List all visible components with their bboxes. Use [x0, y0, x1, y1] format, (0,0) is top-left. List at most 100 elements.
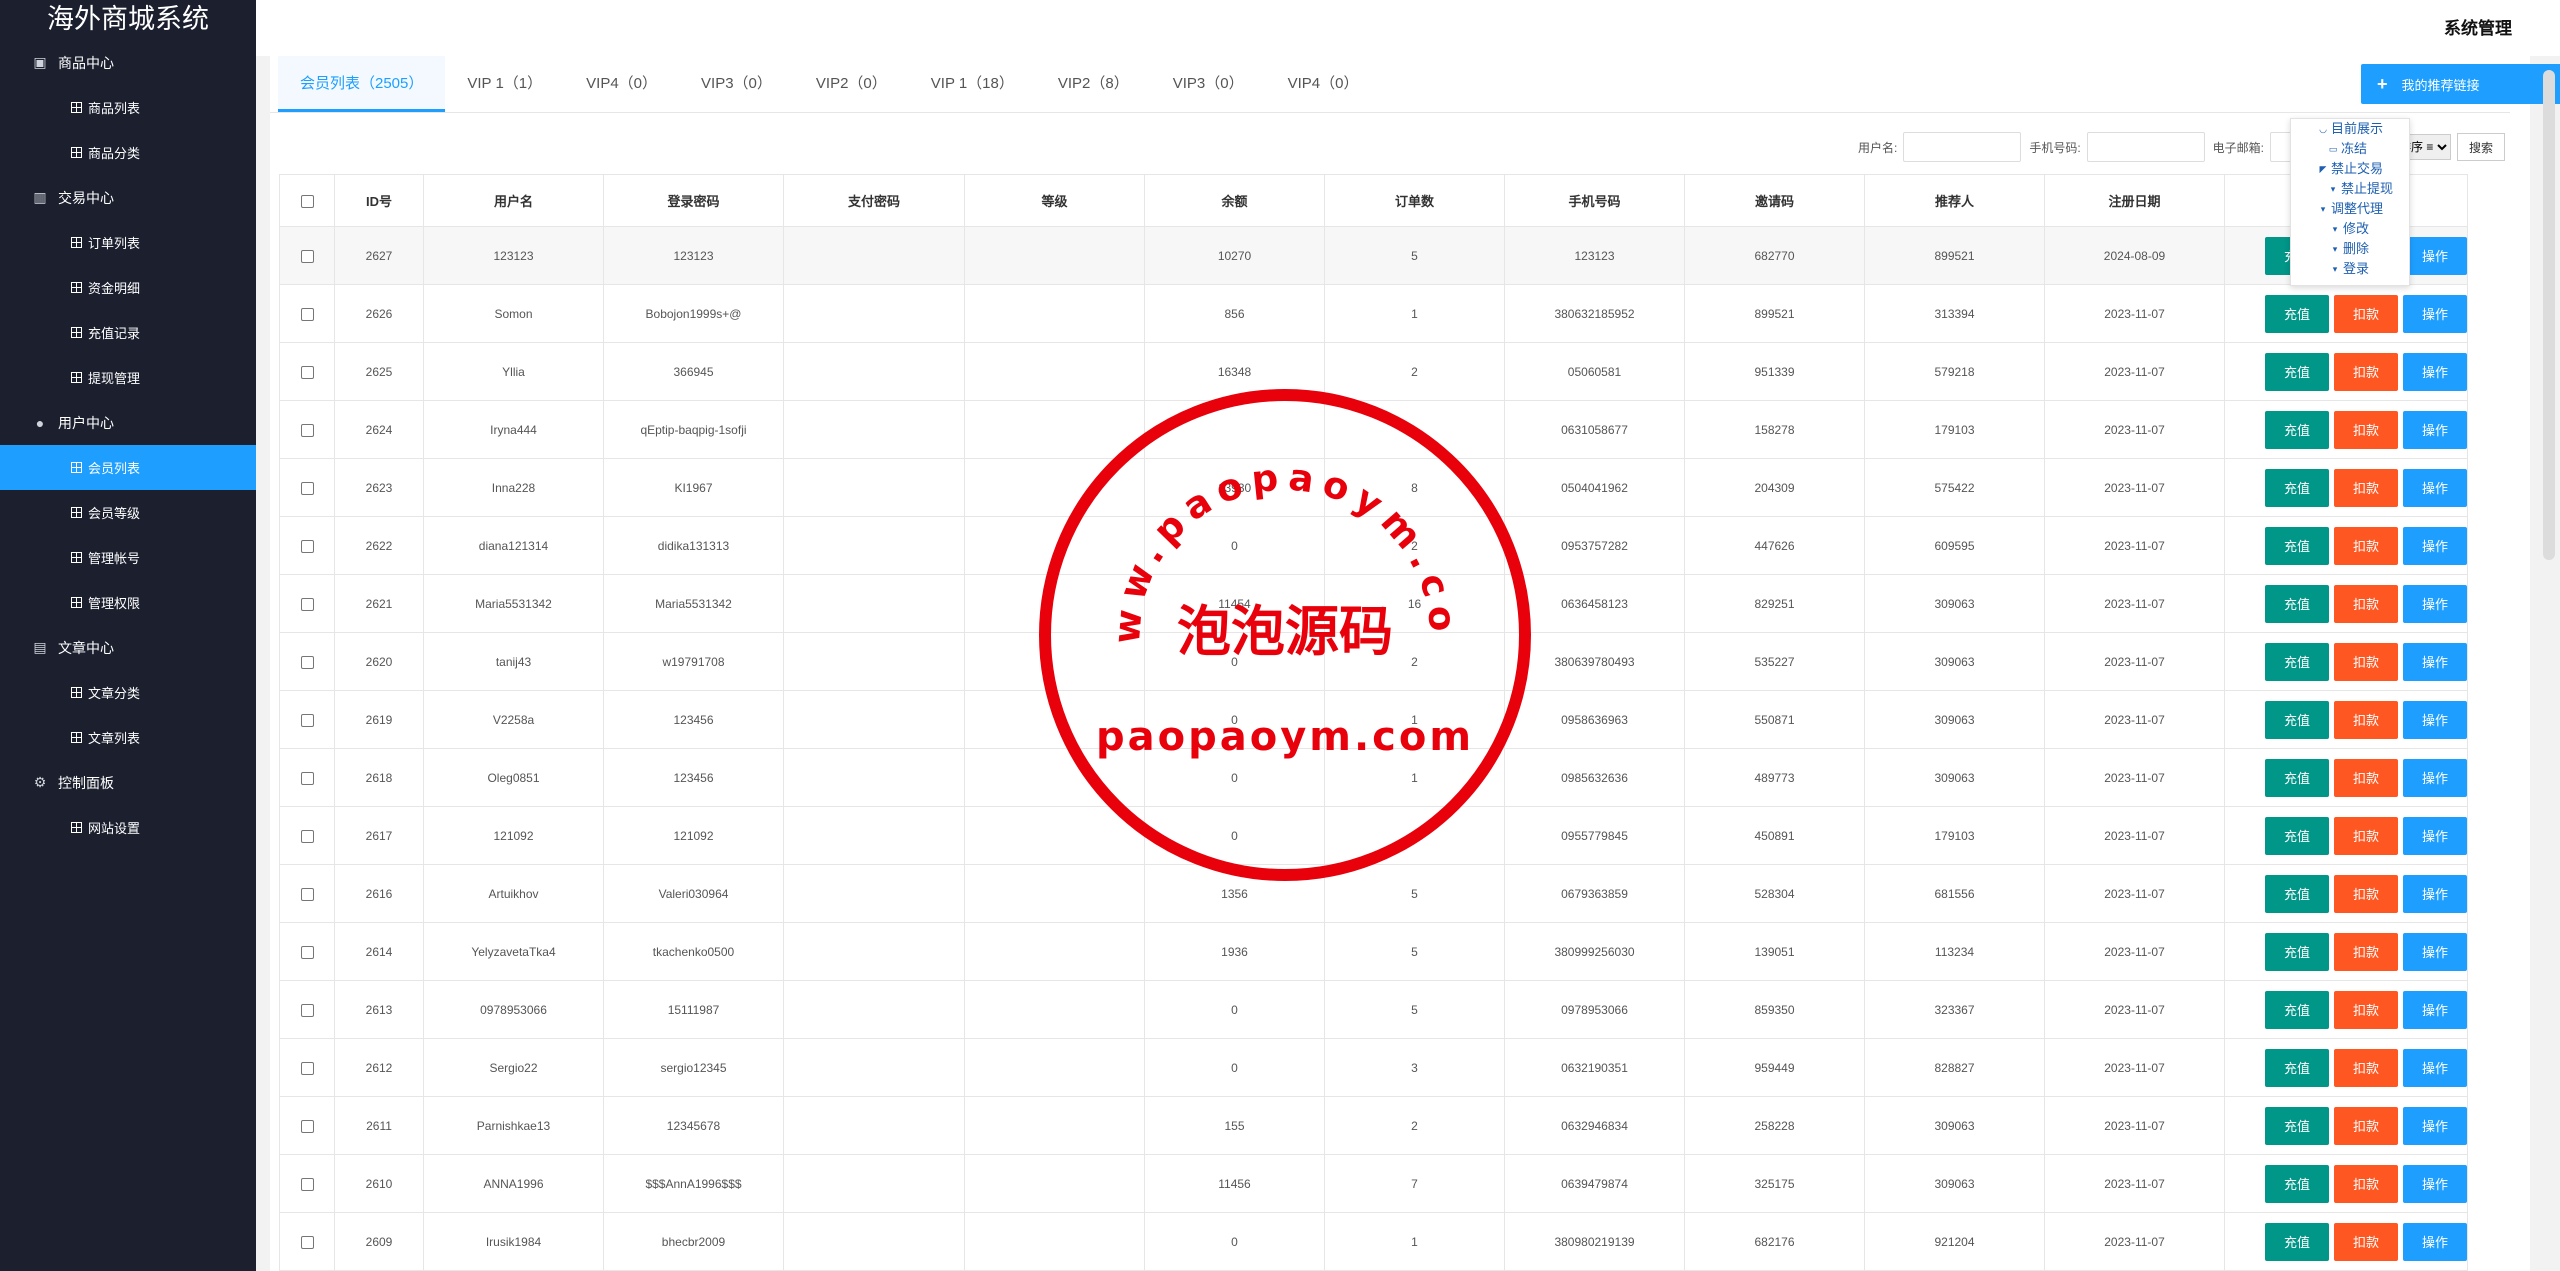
- operate-button[interactable]: 操作: [2403, 1222, 2467, 1261]
- vertical-scrollbar[interactable]: [2543, 70, 2555, 560]
- sidebar-group-4[interactable]: ⚙ 控制面板: [0, 760, 256, 805]
- select-all-checkbox[interactable]: [300, 195, 314, 209]
- sidebar-item-1-3[interactable]: 提现管理: [0, 355, 256, 400]
- sidebar-item-2-3[interactable]: 管理权限: [0, 580, 256, 625]
- my-recommend-link-button[interactable]: + 我的推荐链接: [2361, 64, 2560, 104]
- sidebar-group-1[interactable]: ▥ 交易中心: [0, 175, 256, 220]
- sidebar-item-0-1[interactable]: 商品分类: [0, 130, 256, 175]
- recharge-button[interactable]: 充值: [2265, 526, 2329, 565]
- tab-4[interactable]: VIP2（0）: [794, 56, 909, 112]
- deduct-button[interactable]: 扣款: [2334, 874, 2398, 913]
- popup-menu-item[interactable]: ▾ 删除: [2291, 239, 2409, 259]
- deduct-button[interactable]: 扣款: [2334, 1164, 2398, 1203]
- popup-menu-item[interactable]: ▭ 冻结: [2291, 139, 2409, 159]
- tab-1[interactable]: VIP 1（1）: [445, 56, 564, 112]
- tab-0[interactable]: 会员列表（2505）: [278, 56, 446, 112]
- operate-button[interactable]: 操作: [2403, 874, 2467, 913]
- recharge-button[interactable]: 充值: [2265, 932, 2329, 971]
- operate-button[interactable]: 操作: [2403, 642, 2467, 681]
- deduct-button[interactable]: 扣款: [2334, 932, 2398, 971]
- operate-button[interactable]: 操作: [2403, 1048, 2467, 1087]
- deduct-button[interactable]: 扣款: [2334, 758, 2398, 797]
- operate-button[interactable]: 操作: [2403, 816, 2467, 855]
- recharge-button[interactable]: 充值: [2265, 352, 2329, 391]
- popup-menu-item[interactable]: ▾ 修改: [2291, 219, 2409, 239]
- row-checkbox[interactable]: [300, 539, 314, 553]
- operate-button[interactable]: 操作: [2403, 410, 2467, 449]
- sidebar-item-1-2[interactable]: 充值记录: [0, 310, 256, 355]
- row-checkbox[interactable]: [300, 365, 314, 379]
- recharge-button[interactable]: 充值: [2265, 874, 2329, 913]
- recharge-button[interactable]: 充值: [2265, 294, 2329, 333]
- recharge-button[interactable]: 充值: [2265, 410, 2329, 449]
- operate-button[interactable]: 操作: [2403, 294, 2467, 333]
- row-checkbox[interactable]: [300, 307, 314, 321]
- operate-button[interactable]: 操作: [2403, 700, 2467, 739]
- row-checkbox[interactable]: [300, 1119, 314, 1133]
- sidebar-item-2-1[interactable]: 会员等级: [0, 490, 256, 535]
- deduct-button[interactable]: 扣款: [2334, 642, 2398, 681]
- row-checkbox[interactable]: [300, 597, 314, 611]
- row-checkbox[interactable]: [300, 655, 314, 669]
- recharge-button[interactable]: 充值: [2265, 816, 2329, 855]
- popup-menu-item[interactable]: ▾ 登录: [2291, 259, 2409, 279]
- operate-button[interactable]: 操作: [2403, 468, 2467, 507]
- recharge-button[interactable]: 充值: [2265, 700, 2329, 739]
- popup-menu-item[interactable]: ◤ 禁止交易: [2291, 159, 2409, 179]
- deduct-button[interactable]: 扣款: [2334, 1048, 2398, 1087]
- recharge-button[interactable]: 充值: [2265, 1048, 2329, 1087]
- tab-2[interactable]: VIP4（0）: [564, 56, 679, 112]
- sidebar-item-2-2[interactable]: 管理帐号: [0, 535, 256, 580]
- tab-6[interactable]: VIP2（8）: [1036, 56, 1151, 112]
- tab-5[interactable]: VIP 1（18）: [909, 56, 1036, 112]
- operate-button[interactable]: 操作: [2403, 1164, 2467, 1203]
- operate-button[interactable]: 操作: [2403, 236, 2467, 275]
- recharge-button[interactable]: 充值: [2265, 990, 2329, 1029]
- tab-7[interactable]: VIP3（0）: [1151, 56, 1266, 112]
- deduct-button[interactable]: 扣款: [2334, 352, 2398, 391]
- row-checkbox[interactable]: [300, 945, 314, 959]
- row-checkbox[interactable]: [300, 771, 314, 785]
- operate-button[interactable]: 操作: [2403, 758, 2467, 797]
- operate-button[interactable]: 操作: [2403, 932, 2467, 971]
- deduct-button[interactable]: 扣款: [2334, 468, 2398, 507]
- recharge-button[interactable]: 充值: [2265, 468, 2329, 507]
- username-input[interactable]: [1903, 132, 2022, 162]
- row-checkbox[interactable]: [300, 1235, 314, 1249]
- sidebar-item-3-0[interactable]: 文章分类: [0, 670, 256, 715]
- row-checkbox[interactable]: [300, 1061, 314, 1075]
- deduct-button[interactable]: 扣款: [2334, 816, 2398, 855]
- system-manage-link[interactable]: 系统管理: [2444, 14, 2512, 39]
- deduct-button[interactable]: 扣款: [2334, 700, 2398, 739]
- operate-button[interactable]: 操作: [2403, 1106, 2467, 1145]
- row-checkbox[interactable]: [300, 481, 314, 495]
- operate-button[interactable]: 操作: [2403, 584, 2467, 623]
- sidebar-item-1-0[interactable]: 订单列表: [0, 220, 256, 265]
- tab-3[interactable]: VIP3（0）: [679, 56, 794, 112]
- row-checkbox[interactable]: [300, 829, 314, 843]
- popup-menu-item[interactable]: ▾ 调整代理: [2291, 199, 2409, 219]
- operate-button[interactable]: 操作: [2403, 990, 2467, 1029]
- popup-menu-item[interactable]: ▾ 禁止提现: [2291, 179, 2409, 199]
- row-checkbox[interactable]: [300, 423, 314, 437]
- sidebar-item-4-0[interactable]: 网站设置: [0, 805, 256, 850]
- sidebar-item-0-0[interactable]: 商品列表: [0, 85, 256, 130]
- row-checkbox[interactable]: [300, 1003, 314, 1017]
- row-checkbox[interactable]: [300, 1177, 314, 1191]
- row-checkbox[interactable]: [300, 713, 314, 727]
- deduct-button[interactable]: 扣款: [2334, 294, 2398, 333]
- row-checkbox[interactable]: [300, 887, 314, 901]
- recharge-button[interactable]: 充值: [2265, 642, 2329, 681]
- deduct-button[interactable]: 扣款: [2334, 990, 2398, 1029]
- deduct-button[interactable]: 扣款: [2334, 410, 2398, 449]
- sidebar-item-1-1[interactable]: 资金明细: [0, 265, 256, 310]
- row-checkbox[interactable]: [300, 249, 314, 263]
- popup-menu-item[interactable]: ◡ 目前展示: [2291, 119, 2409, 139]
- recharge-button[interactable]: 充值: [2265, 1106, 2329, 1145]
- deduct-button[interactable]: 扣款: [2334, 1106, 2398, 1145]
- operate-button[interactable]: 操作: [2403, 526, 2467, 565]
- search-button[interactable]: 搜索: [2457, 133, 2505, 161]
- deduct-button[interactable]: 扣款: [2334, 584, 2398, 623]
- recharge-button[interactable]: 充值: [2265, 1222, 2329, 1261]
- phone-input[interactable]: [2086, 132, 2205, 162]
